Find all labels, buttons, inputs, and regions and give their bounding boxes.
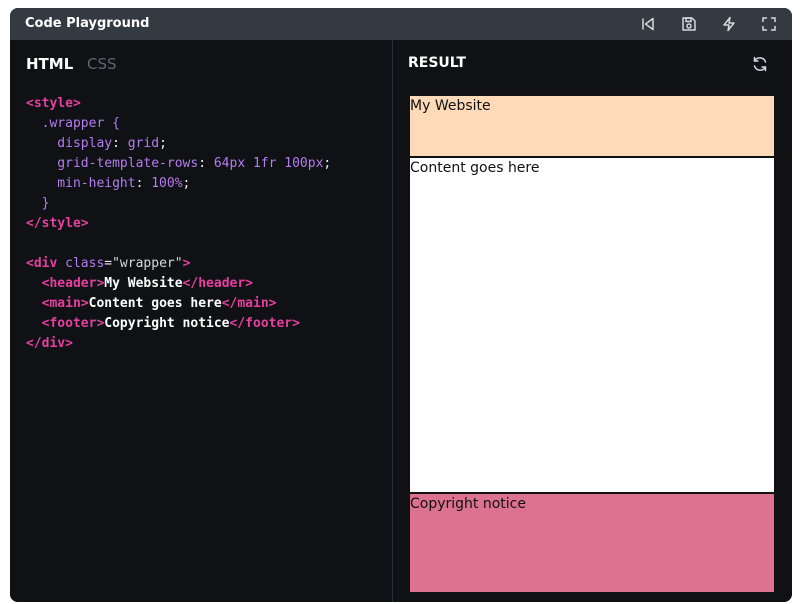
code-token: <div	[26, 256, 66, 271]
preview-header: My Website	[408, 94, 776, 159]
code-token: :	[198, 156, 214, 171]
code-token: "wrapper"	[112, 256, 183, 271]
tab-css[interactable]: CSS	[87, 55, 117, 73]
code-token: min-height	[26, 176, 136, 191]
preview-footer-text: Copyright notice	[410, 496, 526, 512]
window-title: Code Playground	[25, 16, 150, 31]
code-token: display	[26, 136, 113, 151]
code-editor-pane: HTML CSS <style> .wrapper { display: gri…	[10, 40, 392, 602]
save-icon[interactable]	[681, 16, 697, 32]
code-token: =	[104, 256, 113, 271]
code-token: ;	[182, 176, 191, 191]
code-token: 100%	[151, 176, 183, 191]
result-pane: RESULT My Website Content goes here Copy…	[393, 40, 792, 602]
code-token: :	[112, 136, 128, 151]
code-token: <style>	[26, 96, 81, 111]
title-bar: Code Playground	[10, 8, 792, 40]
code-token: <header>	[41, 276, 105, 291]
preview-main-text: Content goes here	[410, 160, 540, 176]
code-token: ;	[159, 136, 167, 151]
code-token: }	[26, 196, 50, 211]
code-token: :	[135, 176, 152, 191]
code-token: ;	[323, 156, 332, 171]
tab-html[interactable]: HTML	[26, 55, 73, 73]
fullscreen-icon[interactable]	[761, 16, 777, 32]
code-token: </footer>	[229, 316, 300, 331]
result-title: RESULT	[408, 55, 466, 71]
code-token: grid-template-rows	[26, 156, 199, 171]
code-token: Content goes here	[88, 296, 222, 311]
code-token: </style>	[26, 216, 89, 231]
code-token: My Website	[104, 276, 183, 291]
code-token: </div>	[26, 336, 73, 351]
code-playground-window: Code Playground HTML CSS <style> .wrappe…	[10, 8, 792, 602]
code-token: <footer>	[41, 316, 105, 331]
code-token: class	[65, 256, 105, 271]
preview-header-text: My Website	[410, 98, 491, 114]
code-token: 64px 1fr 100px	[213, 156, 324, 171]
preview-main: Content goes here	[408, 156, 776, 494]
code-token: Copyright notice	[104, 316, 230, 331]
lightning-icon[interactable]	[721, 16, 737, 32]
code-token: >	[182, 256, 191, 271]
code-token: .wrapper {	[26, 116, 120, 131]
result-preview: My Website Content goes here Copyright n…	[408, 94, 776, 594]
code-token: grid	[127, 136, 160, 151]
code-token: <main>	[41, 296, 89, 311]
preview-footer: Copyright notice	[408, 492, 776, 594]
code-editor[interactable]: <style> .wrapper { display: grid; grid-t…	[26, 94, 331, 354]
code-token: </header>	[182, 276, 254, 291]
reset-icon[interactable]	[640, 16, 656, 32]
refresh-icon[interactable]	[751, 55, 769, 73]
code-token: </main>	[221, 296, 277, 311]
